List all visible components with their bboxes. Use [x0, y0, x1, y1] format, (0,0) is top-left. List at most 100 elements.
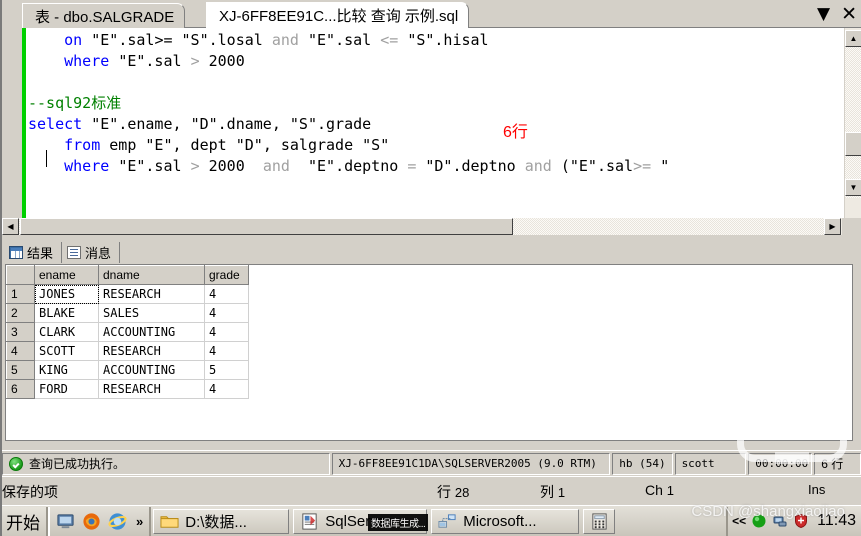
cell-dname[interactable]: RESEARCH [98, 379, 205, 399]
firefox-icon[interactable] [82, 512, 101, 531]
row-number[interactable]: 2 [6, 303, 35, 323]
tabstrip-left-edge [0, 3, 22, 28]
table-row[interactable]: 5 KING ACCOUNTING 5 [6, 360, 249, 380]
row-number[interactable]: 5 [6, 360, 35, 380]
cell-grade[interactable]: 4 [204, 284, 249, 304]
scrollbar-thumb-horizontal[interactable] [20, 218, 513, 235]
table-row[interactable]: 1 JONES RESEARCH 4 [6, 284, 249, 304]
editor-horizontal-scrollbar[interactable]: ◀ ▶ [0, 218, 861, 235]
green-shield-icon[interactable] [751, 513, 767, 529]
row-number[interactable]: 4 [6, 341, 35, 361]
status-column-number: 列 1 [540, 482, 565, 502]
editor-change-bar [22, 28, 26, 218]
taskbar-clock[interactable]: 11:43 [817, 512, 856, 530]
sql-server-management-studio-window: 表 - dbo.SALGRADE XJ-6FF8EE91C...比较 查询 示例… [0, 0, 861, 536]
calculator-icon [592, 512, 607, 530]
sql-editor[interactable]: on "E".sal>= "S".losal and "E".sal <= "S… [0, 28, 861, 235]
table-row[interactable]: 3 CLARK ACCOUNTING 4 [6, 322, 249, 342]
taskbar-item-label: D:\数据... [185, 513, 247, 531]
results-grid[interactable]: ename dname grade 1 JONES RESEARCH 4 2 B… [5, 264, 853, 441]
antivirus-tray-icon[interactable] [793, 513, 809, 529]
cell-dname[interactable]: ACCOUNTING [98, 360, 205, 380]
scrollbar-corner [842, 218, 861, 235]
status-char-value: 1 [666, 483, 675, 498]
quick-launch-more-icon[interactable]: » [136, 514, 143, 529]
query-status-message: 查询已成功执行。 [2, 452, 330, 475]
cell-dname[interactable]: SALES [98, 303, 205, 323]
cell-grade[interactable]: 4 [204, 303, 249, 323]
table-header-row: ename dname grade [6, 265, 249, 285]
show-desktop-icon[interactable] [56, 512, 75, 531]
column-header-dname[interactable]: dname [98, 265, 205, 285]
tab-results-label: 结果 [27, 246, 54, 261]
status-line-value: 28 [454, 485, 470, 500]
column-header-ename[interactable]: ename [34, 265, 99, 285]
close-icon[interactable]: ✕ [841, 4, 857, 24]
query-status-user: scott [674, 452, 747, 475]
row-header-corner[interactable] [6, 265, 35, 285]
row-number[interactable]: 1 [6, 284, 35, 304]
editor-gutter [0, 28, 22, 218]
cell-ename[interactable]: JONES [34, 284, 99, 304]
tab-query-sql[interactable]: XJ-6FF8EE91C...比较 查询 示例.sql [206, 2, 470, 28]
start-button[interactable]: 开始 [0, 506, 48, 536]
query-status-rowcount: 6 行 [814, 452, 861, 475]
column-header-grade[interactable]: grade [204, 265, 249, 285]
status-column-value: 1 [557, 485, 566, 500]
document-tabstrip: 表 - dbo.SALGRADE XJ-6FF8EE91C...比较 查询 示例… [0, 0, 861, 28]
internet-explorer-icon[interactable] [108, 512, 127, 531]
scrollbar-track-upper[interactable] [845, 47, 861, 132]
cell-grade[interactable]: 5 [204, 360, 249, 380]
query-status-text: 查询已成功执行。 [29, 457, 126, 471]
cell-ename[interactable]: KING [34, 360, 99, 380]
results-tabstrip: 结果 消息 [4, 242, 121, 263]
network-tray-icon[interactable] [772, 513, 788, 529]
tab-messages[interactable]: 消息 [62, 242, 121, 263]
row-number[interactable]: 6 [6, 379, 35, 399]
cell-grade[interactable]: 4 [204, 322, 249, 342]
scroll-right-icon[interactable]: ▶ [824, 218, 841, 235]
tab-label: XJ-6FF8EE91C...比较 查询 示例.sql [219, 8, 459, 25]
taskbar-item-explorer[interactable]: D:\数据... [153, 508, 290, 534]
status-character-number: Ch 1 [645, 482, 674, 498]
table-row[interactable]: 2 BLAKE SALES 4 [6, 303, 249, 323]
tab-results[interactable]: 结果 [4, 242, 63, 263]
status-column-label: 列 [540, 484, 554, 500]
tray-expand-icon[interactable]: << [732, 514, 746, 528]
taskbar-item-calculator[interactable] [583, 508, 616, 534]
status-line-number: 行 28 [437, 482, 469, 502]
results-table: ename dname grade 1 JONES RESEARCH 4 2 B… [6, 265, 249, 399]
scroll-up-icon[interactable]: ▲ [845, 30, 861, 47]
cell-dname[interactable]: RESEARCH [98, 341, 205, 361]
scroll-down-icon[interactable]: ▼ [845, 179, 861, 196]
cell-dname[interactable]: RESEARCH [98, 284, 205, 304]
cell-ename[interactable]: SCOTT [34, 341, 99, 361]
message-icon [67, 246, 82, 259]
success-check-icon [9, 456, 23, 471]
cell-dname[interactable]: ACCOUNTING [98, 322, 205, 342]
network-icon [438, 513, 456, 528]
taskbar-tooltip: 数据库生成... [368, 514, 429, 531]
chevron-down-icon[interactable]: ▼ [817, 5, 830, 23]
grid-icon [9, 246, 23, 259]
scrollbar-thumb-vertical[interactable] [845, 132, 861, 156]
cell-ename[interactable]: FORD [34, 379, 99, 399]
taskbar-item-label: Microsoft... [463, 512, 537, 530]
editor-code-area[interactable]: on "E".sal>= "S".losal and "E".sal <= "S… [28, 28, 828, 218]
query-status-server: XJ-6FF8EE91C1DA\SQLSERVER2005 (9.0 RTM) [331, 452, 611, 475]
scroll-left-icon[interactable]: ◀ [2, 218, 19, 235]
editor-vertical-scrollbar[interactable]: ▲ ▼ [844, 28, 861, 218]
cell-ename[interactable]: BLAKE [34, 303, 99, 323]
status-line-label: 行 [437, 484, 451, 500]
annotation-six-rows: 6行 [503, 124, 528, 141]
tabstrip-window-buttons: ▼ ✕ [817, 3, 857, 25]
cell-grade[interactable]: 4 [204, 379, 249, 399]
folder-icon [160, 515, 179, 528]
row-number[interactable]: 3 [6, 322, 35, 342]
cell-grade[interactable]: 4 [204, 341, 249, 361]
tab-table-dbo-salgrade[interactable]: 表 - dbo.SALGRADE [22, 3, 186, 28]
table-row[interactable]: 4 SCOTT RESEARCH 4 [6, 341, 249, 361]
table-row[interactable]: 6 FORD RESEARCH 4 [6, 379, 249, 399]
taskbar-item-microsoft[interactable]: Microsoft... [431, 508, 580, 534]
cell-ename[interactable]: CLARK [34, 322, 99, 342]
